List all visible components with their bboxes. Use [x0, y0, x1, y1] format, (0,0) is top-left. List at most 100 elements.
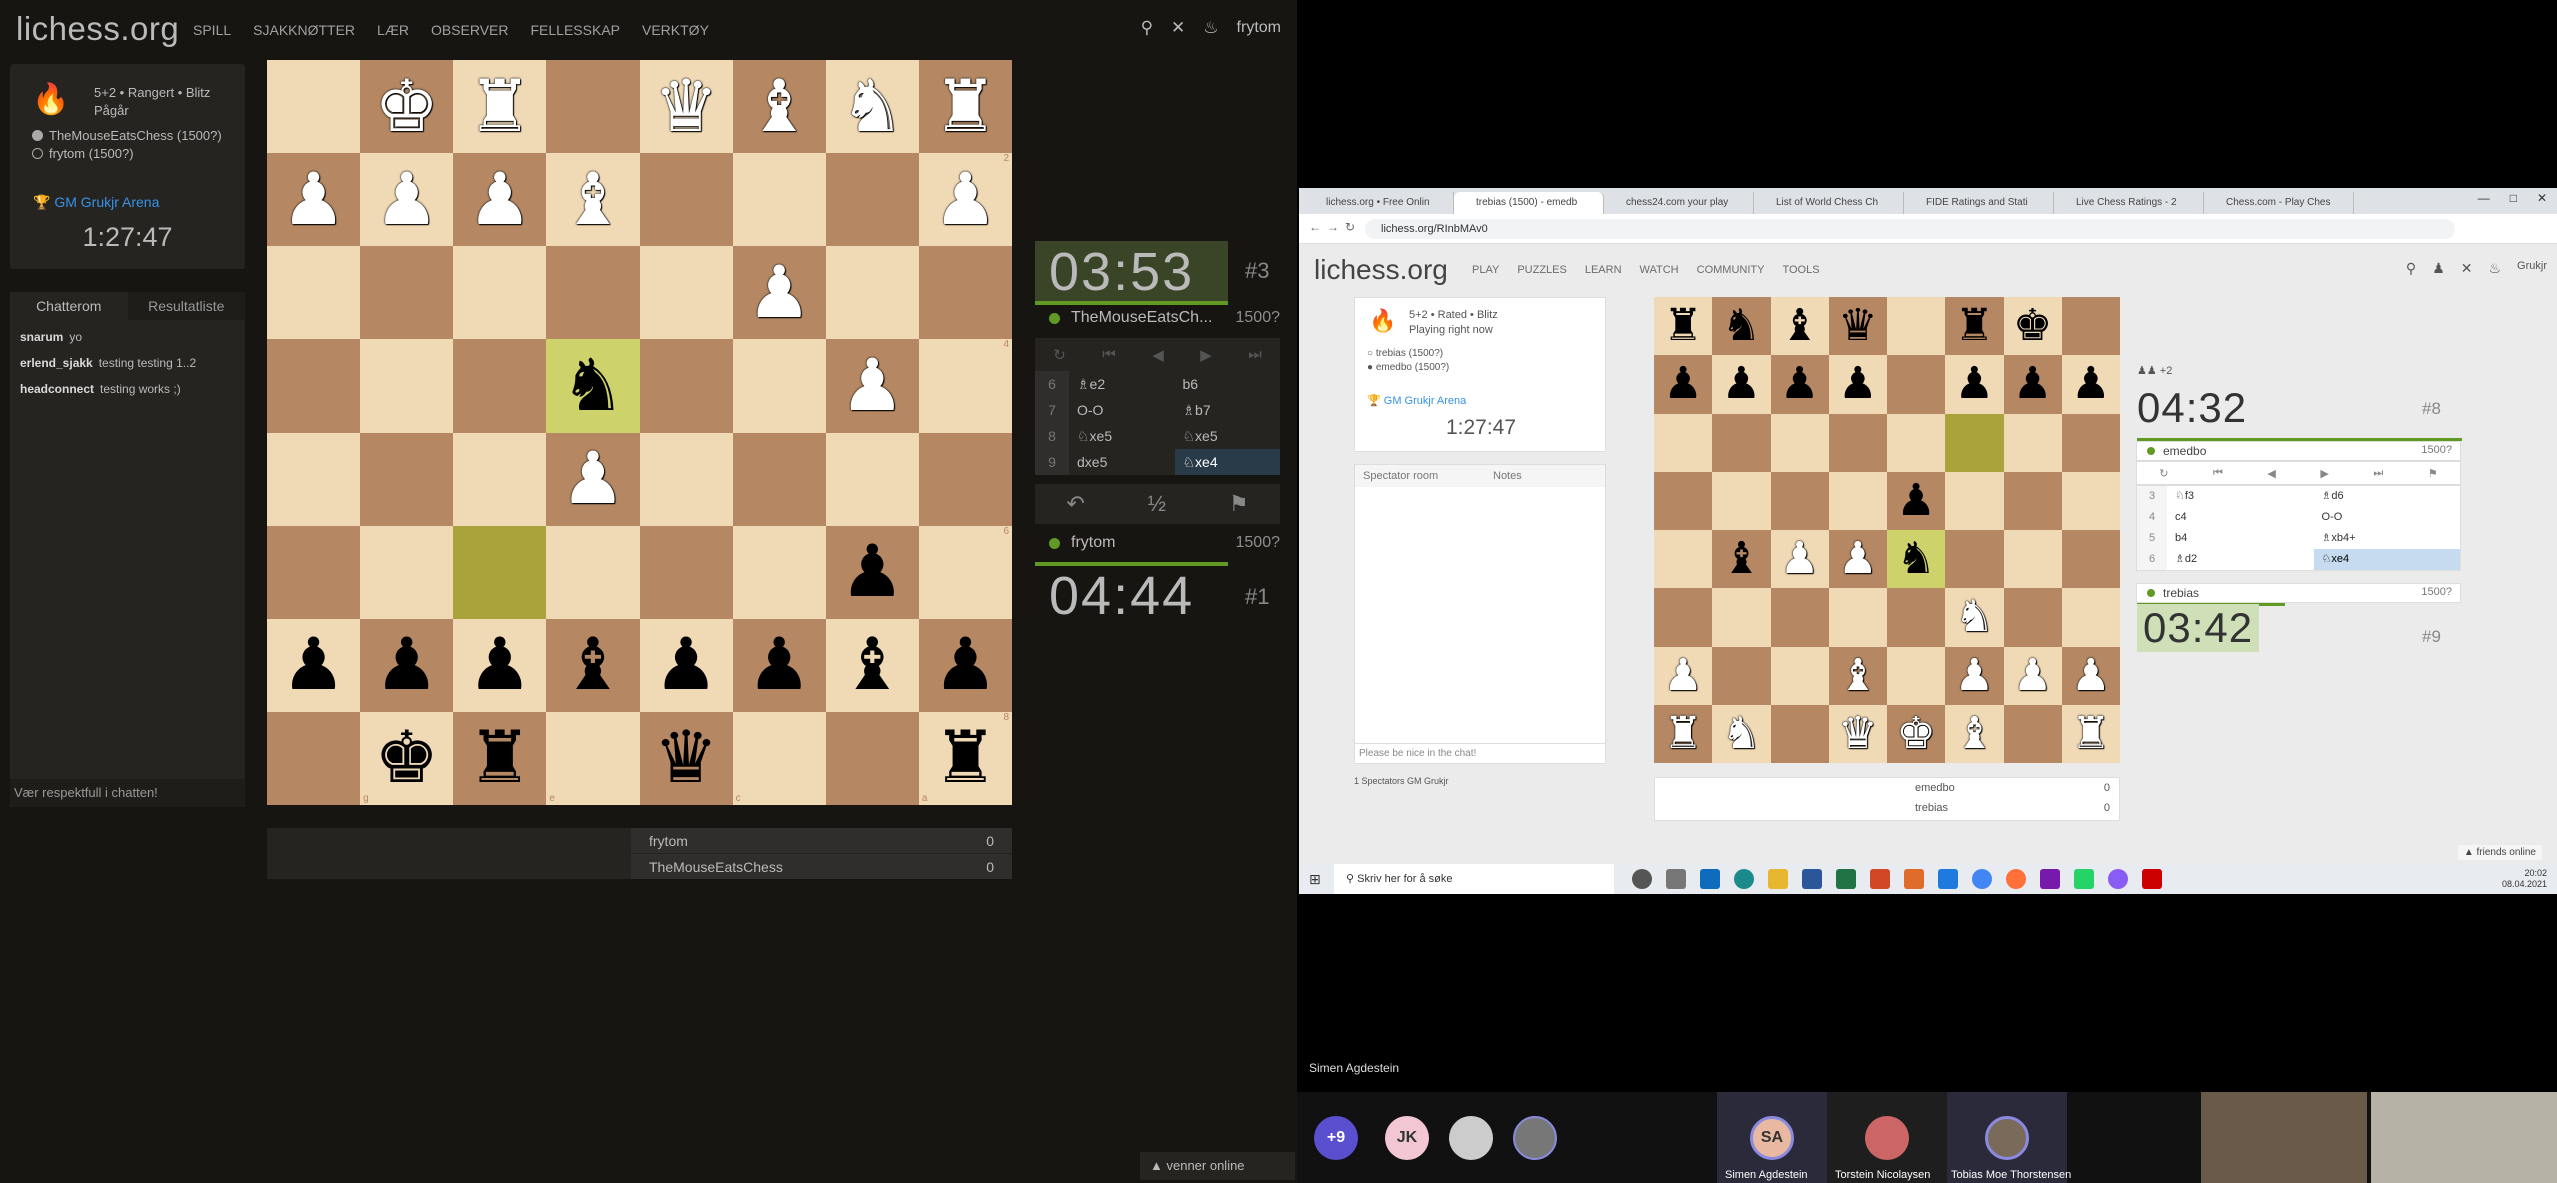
self-video[interactable] — [2371, 1092, 2557, 1183]
board-square[interactable] — [2003, 530, 2062, 589]
board-square[interactable]: ♟ — [1712, 355, 1771, 414]
explorer-icon[interactable] — [1768, 869, 1788, 889]
board-square[interactable] — [453, 246, 547, 340]
close-icon[interactable]: ✕ — [2537, 191, 2547, 205]
black-piece[interactable]: ♟ — [933, 629, 998, 701]
nav-play[interactable]: PLAY — [1472, 264, 1499, 276]
white-piece[interactable]: ♟ — [1663, 653, 1702, 698]
board-square[interactable] — [1654, 588, 1713, 647]
white-piece[interactable]: ♚ — [1896, 711, 1935, 756]
board-square[interactable] — [1770, 471, 1829, 530]
board-square[interactable] — [1770, 704, 1829, 763]
board-square[interactable] — [360, 525, 454, 619]
board-square[interactable]: ♟ — [1654, 646, 1713, 705]
board-square[interactable]: ♟ — [732, 246, 826, 340]
move-white[interactable]: O-O — [1069, 397, 1175, 423]
black-piece[interactable]: ♛ — [654, 722, 719, 794]
move-black[interactable]: ♘xe5 — [1175, 423, 1281, 449]
chat-input[interactable]: Please be nice in the chat! — [1355, 743, 1605, 763]
board-square[interactable] — [1712, 588, 1771, 647]
user-menu[interactable]: frytom — [1237, 19, 1281, 37]
board-square[interactable]: ♟ — [2061, 355, 2120, 414]
resign-flag-icon[interactable]: ⚑ — [1229, 491, 1249, 517]
board-square[interactable] — [639, 246, 733, 340]
tab-notes[interactable]: Notes — [1475, 465, 1605, 487]
move-white[interactable]: b4 — [2167, 528, 2314, 549]
browser-tab[interactable]: lichess.org • Free Onlin — [1304, 192, 1454, 214]
move-black[interactable]: ♗d6 — [2314, 486, 2461, 507]
white-piece[interactable]: ♟ — [1955, 653, 1994, 698]
board-square[interactable]: ♝ — [1945, 704, 2004, 763]
board-square[interactable] — [267, 339, 361, 433]
move-black[interactable]: b6 — [1175, 371, 1281, 397]
opponent-name[interactable]: emedbo 1500? — [2136, 441, 2461, 461]
board-square[interactable]: ♟ — [2003, 355, 2062, 414]
board-square[interactable] — [2003, 413, 2062, 472]
board-square[interactable] — [360, 339, 454, 433]
white-piece[interactable]: ♛ — [1838, 711, 1877, 756]
white-piece[interactable]: ♟ — [1838, 537, 1877, 581]
board-square[interactable] — [639, 432, 733, 526]
board-square[interactable]: c — [732, 711, 826, 805]
self-name[interactable]: trebias 1500? — [2136, 583, 2461, 603]
whatsapp-icon[interactable] — [2074, 869, 2094, 889]
white-piece[interactable]: ♟ — [281, 164, 346, 236]
board-square[interactable]: ♚ — [2003, 297, 2062, 356]
board-square[interactable]: ♚ — [1887, 704, 1946, 763]
move-black[interactable]: ♘xe4 — [2313, 549, 2460, 570]
chat-input[interactable]: Vær respektfull i chatten! — [10, 779, 245, 807]
board-square[interactable]: ♟ — [1887, 471, 1946, 530]
black-piece[interactable]: ♟ — [1722, 362, 1761, 406]
reload-icon[interactable]: ↻ — [1345, 220, 1355, 234]
black-piece[interactable]: ♜ — [1955, 304, 1994, 348]
white-piece[interactable]: ♟ — [561, 443, 626, 515]
board-square[interactable] — [2061, 413, 2120, 472]
board-square[interactable] — [1887, 297, 1946, 356]
black-piece[interactable]: ♝ — [1780, 304, 1819, 348]
move-white[interactable]: ♘xe5 — [1069, 423, 1175, 449]
board-square[interactable]: ♟ — [825, 525, 919, 619]
tab-leaderboard[interactable]: Resultatliste — [128, 292, 246, 320]
chess-board[interactable]: ♜ ♞ ♝ ♛ ♜ ♚ ♟ ♟ ♟ ♟ ♟ ♟ ♟ ♟ ♝ ♟ ♟ ♞ ♞ ♟ ♝ ♟ ♟ ♟ ♜ ♞ ♛ ♚ ♝ ♜ — [1654, 297, 2120, 763]
black-piece[interactable]: ♟ — [840, 536, 905, 608]
white-piece[interactable]: ♟ — [468, 164, 533, 236]
board-square[interactable] — [1712, 471, 1771, 530]
maximize-icon[interactable]: □ — [2510, 191, 2517, 205]
board-square[interactable]: ♝ — [732, 60, 826, 154]
outlook-icon[interactable] — [1700, 869, 1720, 889]
board-square[interactable]: ♟ — [1945, 355, 2004, 414]
board-square[interactable] — [1887, 646, 1946, 705]
more-participants[interactable]: +9 — [1314, 1116, 1358, 1160]
white-piece[interactable]: ♜ — [468, 71, 533, 143]
last-move-icon[interactable]: ⏭ — [2373, 467, 2383, 480]
nav-community[interactable]: FELLESSKAP — [531, 22, 621, 38]
board-square[interactable] — [546, 246, 640, 340]
board-square[interactable]: ♟ — [1945, 646, 2004, 705]
board-square[interactable] — [2061, 471, 2120, 530]
board-square[interactable]: b — [825, 711, 919, 805]
board-square[interactable]: ♟ — [360, 618, 454, 712]
black-piece[interactable]: ♟ — [1663, 362, 1702, 406]
white-piece[interactable]: ♝ — [561, 164, 626, 236]
board-square[interactable]: ♝ — [546, 153, 640, 247]
nav-puzzles[interactable]: PUZZLES — [1517, 264, 1567, 276]
search-icon[interactable]: ⚲ — [1141, 18, 1153, 38]
white-piece[interactable]: ♜ — [1663, 711, 1702, 756]
app-icon[interactable] — [1904, 869, 1924, 889]
board-square[interactable]: ♟ — [360, 153, 454, 247]
url-field[interactable]: lichess.org/RInbMAv0 — [1365, 219, 2455, 239]
prev-move-icon[interactable]: ◀ — [2267, 467, 2275, 480]
board-square[interactable]: ♞ — [1712, 297, 1771, 356]
board-square[interactable] — [1887, 355, 1946, 414]
black-piece[interactable]: ♝ — [1722, 537, 1761, 581]
powerpoint-icon[interactable] — [1870, 869, 1890, 889]
system-clock[interactable]: 20:02 08.04.2021 — [2502, 868, 2547, 890]
board-square[interactable]: ♜ — [1654, 704, 1713, 763]
friends-online-button[interactable]: ▲ friends online — [2457, 845, 2542, 860]
black-piece[interactable]: ♟ — [1955, 362, 1994, 406]
board-square[interactable]: ♜ 1 — [918, 60, 1012, 154]
board-square[interactable] — [453, 432, 547, 526]
nav-learn[interactable]: LÆR — [377, 22, 409, 38]
board-square[interactable]: ♛ — [1828, 704, 1887, 763]
nav-watch[interactable]: OBSERVER — [431, 22, 509, 38]
